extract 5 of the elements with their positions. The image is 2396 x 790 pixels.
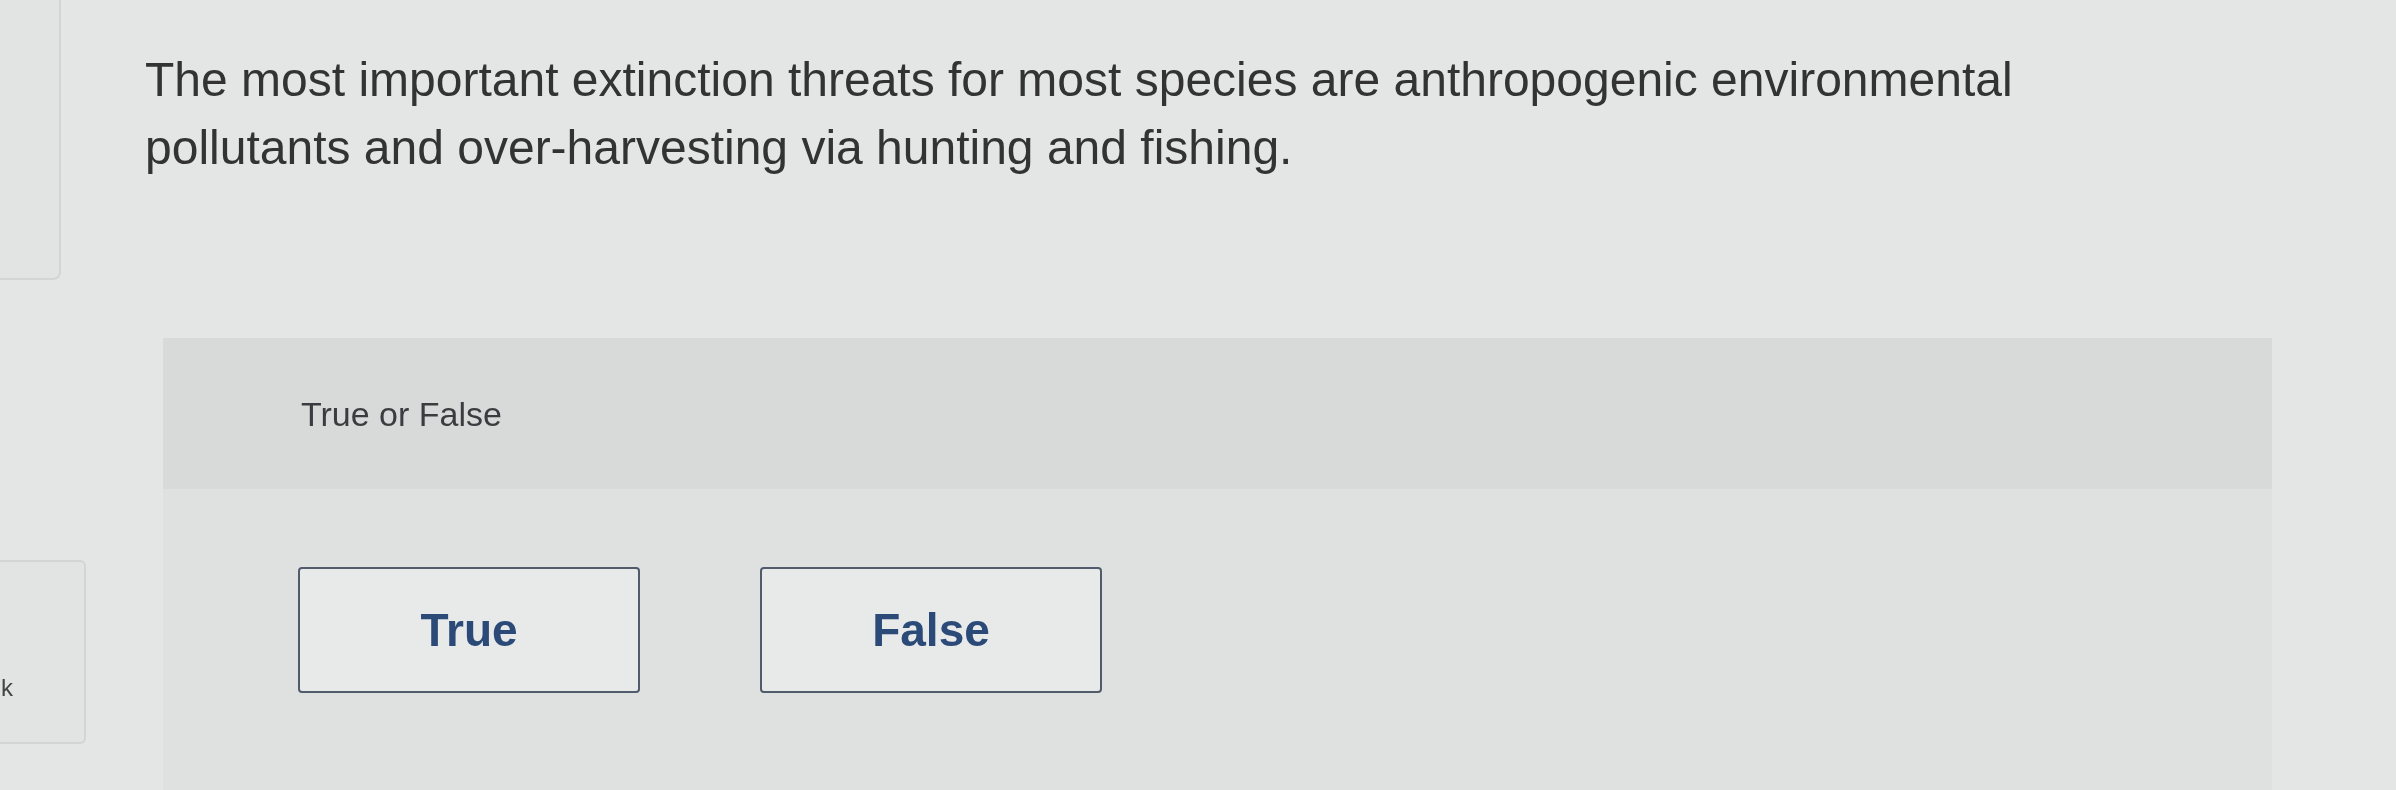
prompt-text: True or False <box>301 393 502 434</box>
side-card-text: k <box>1 674 13 702</box>
answer-option[interactable]: False <box>760 567 1102 693</box>
question-text: The most important extinction threats for most species are anthropogenic environmental pollutants and over-harvesting via hunting and fishing. <box>145 52 2014 176</box>
answer-option[interactable]: True <box>298 567 640 693</box>
